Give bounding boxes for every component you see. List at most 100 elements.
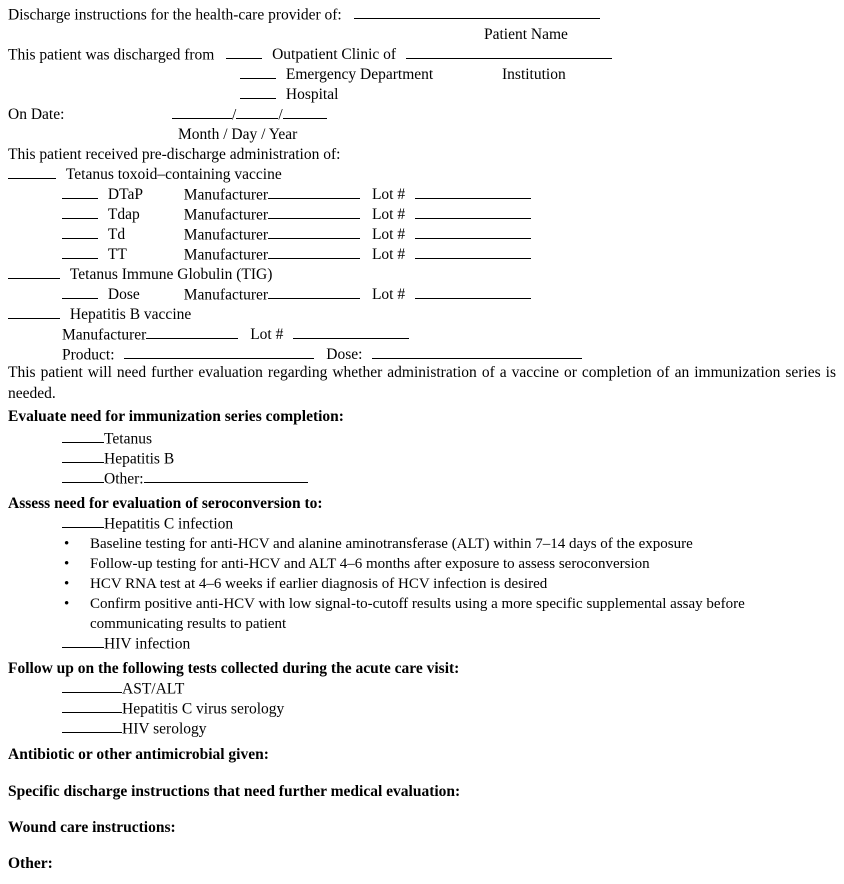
bullet-icon: •: [64, 576, 70, 592]
seroconversion-hiv-label: HIV infection: [104, 635, 191, 653]
vaccine-tdap-manufacturer-blank[interactable]: [268, 205, 361, 220]
discharged-from-option-outpatient: Outpatient Clinic of: [272, 46, 397, 64]
title-line: Discharge instructions for the health-ca…: [8, 5, 600, 25]
vaccine-dtap-name: DTaP: [107, 186, 143, 204]
institution-blank[interactable]: [405, 45, 612, 60]
vaccine-dtap-manufacturer-blank[interactable]: [268, 185, 361, 200]
bullet-icon: •: [64, 536, 70, 552]
tig-label: Tetanus Immune Globulin (TIG): [69, 266, 273, 284]
hepb-manufacturer-blank[interactable]: [146, 325, 239, 340]
tig-lot-label: Lot #: [371, 286, 406, 304]
immunization-tetanus-label: Tetanus: [104, 430, 152, 448]
followup-hcv-serology-label: Hepatitis C virus serology: [122, 700, 285, 718]
vaccine-tdap-blank[interactable]: [62, 205, 98, 220]
tetanus-vaccine-label: Tetanus toxoid–containing vaccine: [65, 166, 282, 184]
immunization-hepb-label: Hepatitis B: [104, 450, 175, 468]
discharged-from-option-emergency: Emergency Department: [285, 66, 434, 84]
followup-tests-heading: Follow up on the following tests collect…: [8, 660, 460, 677]
hepb-lot-label: Lot #: [250, 326, 284, 344]
hepb-lot-blank[interactable]: [293, 325, 410, 340]
hepb-blank[interactable]: [8, 305, 60, 320]
immunization-hepb-blank[interactable]: [62, 449, 104, 464]
bullet-text: Baseline testing for anti-HCV and alanin…: [90, 536, 693, 552]
followup-hiv-serology-blank[interactable]: [62, 719, 122, 734]
seroconversion-bullet-4: • Confirm positive anti-HCV with low sig…: [64, 594, 836, 634]
seroconversion-hcv-blank[interactable]: [62, 514, 104, 529]
tetanus-vaccine-row: Tetanus toxoid–containing vaccine: [8, 165, 282, 185]
seroconversion-hcv-label: Hepatitis C infection: [104, 515, 234, 533]
patient-name-blank[interactable]: [353, 5, 600, 20]
tig-manufacturer-label: Manufacturer: [183, 286, 269, 304]
hepb-product-blank[interactable]: [124, 345, 315, 360]
tig-blank[interactable]: [8, 265, 60, 280]
patient-name-caption: Patient Name: [484, 26, 568, 43]
discharged-from-emergency-blank[interactable]: [240, 65, 276, 80]
vaccine-dtap-manufacturer-label: Manufacturer: [183, 186, 269, 204]
seroconversion-item-hcv: Hepatitis C infection: [62, 514, 233, 534]
tig-row: Tetanus Immune Globulin (TIG): [8, 265, 272, 285]
followup-item-ast-alt: AST/ALT: [62, 679, 184, 699]
hepb-dose-blank[interactable]: [372, 345, 583, 360]
vaccine-tt-manufacturer-blank[interactable]: [268, 245, 361, 260]
bullet-icon: •: [64, 596, 70, 612]
date-caption: Month / Day / Year: [178, 126, 298, 143]
vaccine-td-manufacturer-blank[interactable]: [268, 225, 361, 240]
vaccine-row-tt: TT Manufacturer Lot #: [62, 245, 531, 265]
hepb-manufacturer-row: Manufacturer Lot #: [62, 325, 410, 345]
tig-lot-blank[interactable]: [415, 285, 531, 300]
vaccine-td-lot-blank[interactable]: [415, 225, 531, 240]
immunization-item-hepb: Hepatitis B: [62, 449, 174, 469]
followup-item-hiv-serology: HIV serology: [62, 719, 207, 739]
date-label: On Date:: [8, 106, 65, 123]
date-month-blank[interactable]: [172, 105, 232, 120]
tetanus-vaccine-blank[interactable]: [8, 165, 56, 180]
immunization-other-blank[interactable]: [62, 469, 104, 484]
vaccine-tt-lot-label: Lot #: [371, 246, 406, 264]
vaccine-td-blank[interactable]: [62, 225, 98, 240]
immunization-other-label: Other:: [104, 470, 144, 488]
date-year-blank[interactable]: [282, 105, 327, 120]
immunization-item-other: Other:: [62, 469, 308, 489]
heading-specific-discharge-instructions: Specific discharge instructions that nee…: [8, 783, 461, 800]
immunization-series-heading: Evaluate need for immunization series co…: [8, 408, 344, 425]
vaccine-dtap-lot-blank[interactable]: [415, 185, 531, 200]
discharged-from-hospital-line: Hospital: [240, 85, 338, 105]
seroconversion-heading: Assess need for evaluation of seroconver…: [8, 495, 323, 512]
heading-antibiotic-given: Antibiotic or other antimicrobial given:: [8, 746, 269, 763]
tig-dose-name: Dose: [107, 286, 140, 304]
date-day-blank[interactable]: [236, 105, 279, 120]
vaccine-td-lot-label: Lot #: [371, 226, 406, 244]
discharged-from-outpatient-blank[interactable]: [226, 45, 263, 60]
tig-manufacturer-blank[interactable]: [268, 285, 361, 300]
discharged-from-hospital-blank[interactable]: [240, 85, 276, 100]
bullet-icon: •: [64, 556, 70, 572]
vaccine-tt-name: TT: [107, 246, 127, 264]
date-fields: / /: [172, 105, 327, 125]
followup-ast-alt-label: AST/ALT: [122, 680, 185, 698]
hepb-dose-label: Dose:: [326, 346, 363, 364]
followup-item-hcv-serology: Hepatitis C virus serology: [62, 699, 284, 719]
vaccine-tdap-lot-label: Lot #: [371, 206, 406, 224]
vaccine-tdap-manufacturer-label: Manufacturer: [183, 206, 269, 224]
bullet-text: Confirm positive anti-HCV with low signa…: [90, 596, 745, 632]
discharge-instructions-form: Discharge instructions for the health-ca…: [0, 0, 844, 884]
tig-dose-blank[interactable]: [62, 285, 98, 300]
hepb-product-label: Product:: [62, 346, 115, 364]
seroconversion-item-hiv: HIV infection: [62, 634, 190, 654]
seroconversion-hiv-blank[interactable]: [62, 634, 104, 649]
vaccine-dtap-blank[interactable]: [62, 185, 98, 200]
vaccine-tdap-lot-blank[interactable]: [415, 205, 531, 220]
vaccine-tt-lot-blank[interactable]: [415, 245, 531, 260]
hepb-row: Hepatitis B vaccine: [8, 305, 191, 325]
vaccine-tt-blank[interactable]: [62, 245, 98, 260]
heading-wound-care-instructions: Wound care instructions:: [8, 819, 176, 836]
title-text: Discharge instructions for the health-ca…: [8, 6, 342, 24]
bullet-text: HCV RNA test at 4–6 weeks if earlier dia…: [90, 576, 548, 592]
followup-hcv-serology-blank[interactable]: [62, 699, 122, 714]
hepb-label: Hepatitis B vaccine: [69, 306, 192, 324]
immunization-tetanus-blank[interactable]: [62, 429, 104, 444]
immunization-other-value-blank[interactable]: [143, 469, 308, 484]
tig-dose-row: Dose Manufacturer Lot #: [62, 285, 531, 305]
seroconversion-bullet-3: • HCV RNA test at 4–6 weeks if earlier d…: [64, 574, 824, 594]
followup-ast-alt-blank[interactable]: [62, 679, 122, 694]
